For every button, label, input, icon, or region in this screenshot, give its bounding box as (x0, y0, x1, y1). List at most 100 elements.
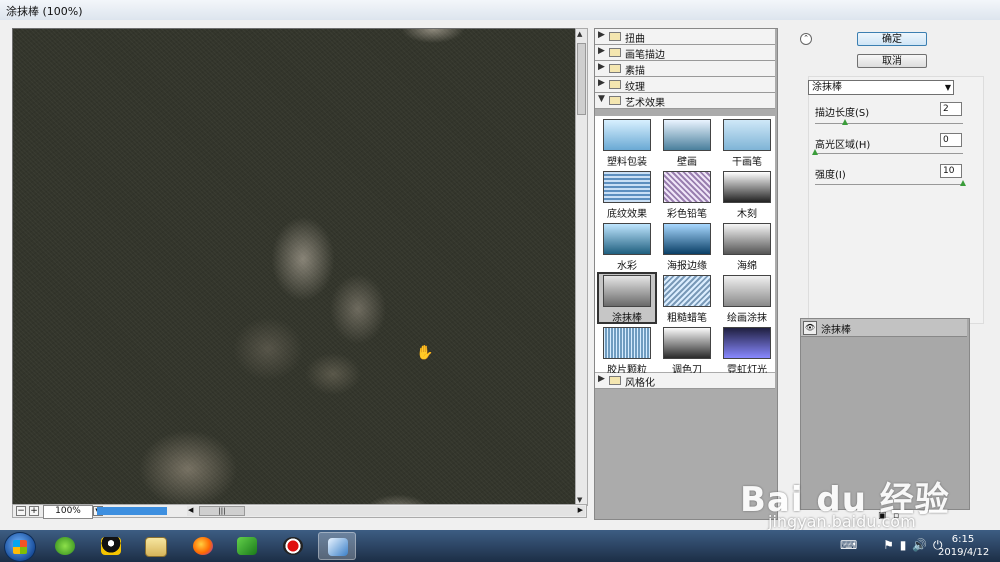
filter-thumbnail[interactable]: 调色刀 (657, 324, 717, 376)
refresh-app-icon (55, 537, 75, 555)
stroke-length-slider-handle[interactable] (842, 119, 848, 125)
network-icon[interactable]: ▮ (900, 538, 907, 552)
filter-preview-image (723, 223, 771, 255)
filter-thumbnail[interactable]: 水彩 (597, 220, 657, 272)
filter-thumbnail-label: 彩色铅笔 (667, 209, 707, 220)
horizontal-scroll-thumb[interactable]: ||| (199, 506, 245, 516)
zoom-out-button[interactable]: − (16, 506, 26, 516)
window-title: 涂抹棒 (100%) (6, 5, 83, 18)
filter-thumbnail-label: 底纹效果 (607, 209, 647, 220)
scroll-up-icon[interactable]: ▲ (577, 30, 582, 38)
filter-select[interactable]: 涂抹棒 ▼ (808, 80, 954, 95)
expand-arrow-icon[interactable]: ▶ (598, 374, 605, 384)
hand-cursor-icon: ✋ (416, 345, 434, 361)
chevron-down-icon: ▼ (944, 83, 951, 92)
category-distort[interactable]: ▶ 扭曲 (595, 29, 775, 45)
filter-thumbnail[interactable]: 彩色铅笔 (657, 168, 717, 220)
highlight-area-slider[interactable] (812, 149, 963, 155)
filter-thumbnails: 塑料包装 壁画 干画笔底纹效果 彩色铅笔 木刻水彩 海报边缘 海绵涂抹棒 粗糙蜡笔 绘画涂抹胶片… (595, 116, 777, 376)
filter-thumbnail-label: 海绵 (737, 261, 757, 272)
filter-thumbnail[interactable]: 海绵 (717, 220, 777, 272)
category-brush-strokes[interactable]: ▶ 画笔描边 (595, 45, 775, 61)
scroll-left-icon[interactable]: ◀ (188, 506, 193, 514)
collapse-gallery-icon[interactable]: ⌃ (800, 33, 812, 45)
filter-thumbnail[interactable]: 海报边缘 (657, 220, 717, 272)
filter-thumbnail[interactable]: 霓虹灯光 (717, 324, 777, 376)
image-preview[interactable]: ✋ (12, 28, 577, 506)
window-titlebar: 涂抹棒 (100%) (0, 0, 1000, 21)
filter-thumbnail[interactable]: 胶片颗粒 (597, 324, 657, 376)
taskbar-app-firefox[interactable] (184, 532, 222, 560)
filter-thumbnail[interactable]: 底纹效果 (597, 168, 657, 220)
filter-preview-image (663, 119, 711, 151)
filter-thumbnail-label: 木刻 (737, 209, 757, 220)
filter-preview-image (603, 119, 651, 151)
volume-icon[interactable]: 🔊 (912, 538, 927, 552)
scroll-down-icon[interactable]: ▼ (577, 496, 582, 504)
filter-gallery-dialog: ✋ ▲ ▼ − + 100% ▼ ◀ ||| ▶ ▶ 扭曲 ▶ 画笔描边 ▶ (0, 20, 1000, 531)
filter-thumbnail[interactable]: 木刻 (717, 168, 777, 220)
filter-preview-image (603, 223, 651, 255)
zoom-in-button[interactable]: + (29, 506, 39, 516)
filter-thumbnail[interactable]: 粗糙蜡笔 (657, 272, 717, 324)
zoom-bar: − + 100% ▼ ◀ ||| ▶ (12, 504, 587, 519)
keyboard-icon[interactable]: ⌨ (840, 538, 857, 552)
filter-thumbnail-label: 壁画 (677, 157, 697, 168)
eye-icon[interactable]: 👁 (803, 321, 817, 335)
taskbar-app-explorer[interactable] (136, 532, 174, 560)
folder-icon (609, 32, 621, 41)
filter-thumbnail[interactable]: 壁画 (657, 116, 717, 168)
video-app-icon (237, 537, 257, 555)
taskbar-app-iqiyi[interactable] (228, 532, 266, 560)
start-button[interactable] (4, 532, 36, 562)
preview-vertical-scrollbar[interactable]: ▲ ▼ (575, 28, 588, 506)
expand-arrow-icon[interactable]: ▶ (598, 78, 605, 88)
scroll-right-icon[interactable]: ▶ (578, 506, 583, 514)
filter-thumbnail[interactable]: 绘画涂抹 (717, 272, 777, 324)
taskbar-app-qq[interactable] (92, 532, 130, 560)
taskbar-app-photoshop[interactable] (318, 532, 356, 560)
category-stylize[interactable]: ▶ 风格化 (595, 373, 775, 389)
category-artistic[interactable]: ▼ 艺术效果 (595, 93, 775, 109)
watermark-url: jingyan.baidu.com (768, 512, 916, 531)
ok-button[interactable]: 确定 (857, 32, 927, 46)
expand-arrow-icon[interactable]: ▶ (598, 62, 605, 72)
filter-thumbnail-label: 涂抹棒 (612, 313, 642, 324)
filter-thumbnail-label: 绘画涂抹 (727, 313, 767, 324)
intensity-slider[interactable] (815, 180, 966, 186)
action-center-icon[interactable]: ⚑ (883, 538, 894, 552)
highlight-area-slider-handle[interactable] (812, 149, 818, 155)
stroke-length-slider[interactable] (815, 119, 963, 125)
filter-thumbnail[interactable]: 涂抹棒 (597, 272, 657, 324)
filter-thumbnail-label: 水彩 (617, 261, 637, 272)
filter-thumbnail[interactable]: 干画笔 (717, 116, 777, 168)
filter-preview-image (663, 171, 711, 203)
category-sketch[interactable]: ▶ 素描 (595, 61, 775, 77)
zoom-level: 100% (43, 505, 93, 519)
system-tray: ⌨ ⚑ ▮ 🔊 ⏻ (840, 538, 942, 553)
filter-thumbnail[interactable]: 塑料包装 (597, 116, 657, 168)
expand-arrow-icon[interactable]: ▶ (598, 30, 605, 40)
vertical-scroll-thumb[interactable] (577, 43, 586, 115)
preview-horizontal-scrollbar[interactable]: ◀ ||| ▶ (187, 506, 585, 516)
category-texture[interactable]: ▶ 纹理 (595, 77, 775, 93)
filter-preview-image (663, 223, 711, 255)
clock-date: 2019/4/12 (938, 547, 990, 558)
folder-icon (609, 80, 621, 89)
expand-arrow-icon[interactable]: ▶ (598, 46, 605, 56)
stroke-length-input[interactable]: 2 (940, 102, 962, 116)
filter-preview-image (663, 327, 711, 359)
intensity-input[interactable]: 10 (940, 164, 962, 178)
highlight-area-input[interactable]: 0 (940, 133, 962, 147)
baidu-watermark: Bai du 经验 jingyan.baidu.com (740, 472, 950, 531)
taskbar-clock[interactable]: 6:15 2019/4/12 (938, 533, 990, 559)
collapse-arrow-icon[interactable]: ▼ (598, 94, 605, 104)
folder-icon (609, 376, 621, 385)
intensity-slider-handle[interactable] (960, 180, 966, 186)
taskbar-app-recorder[interactable] (274, 532, 312, 560)
effect-layer-row[interactable]: 👁 涂抹棒 (801, 319, 967, 337)
cancel-button[interactable]: 取消 (857, 54, 927, 68)
taskbar-app-360[interactable] (46, 532, 84, 560)
preview-image (13, 29, 576, 505)
filter-preview-image (723, 275, 771, 307)
